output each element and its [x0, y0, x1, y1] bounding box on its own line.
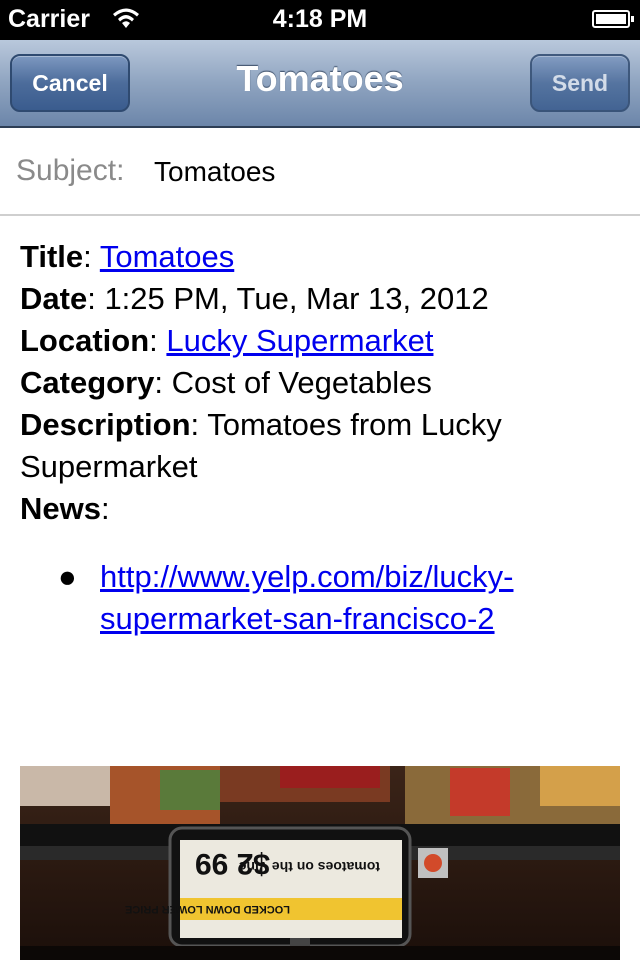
- nav-title: Tomatoes: [236, 58, 404, 99]
- news-line: News:: [20, 491, 110, 526]
- category-value: Cost of Vegetables: [171, 365, 432, 400]
- date-key: Date: [20, 281, 88, 316]
- location-line: Location: Lucky Supermarket: [20, 323, 434, 358]
- description-key: Description: [20, 407, 191, 442]
- category-key: Category: [20, 365, 155, 400]
- subject-field[interactable]: Subject: Tomatoes: [0, 128, 640, 216]
- price-tag-text: tomatoes on the Vine: [238, 859, 380, 875]
- status-bar: Carrier 4:18 PM: [0, 0, 640, 40]
- cancel-button[interactable]: Cancel: [10, 54, 130, 112]
- clock-time: 4:18 PM: [272, 5, 368, 33]
- title-line: Title: Tomatoes: [20, 239, 235, 274]
- list-item: ● http://www.yelp.com/biz/lucky-supermark…: [58, 556, 620, 640]
- news-key: News: [20, 491, 101, 526]
- title-key: Title: [20, 239, 84, 274]
- attached-photo: $2 99 tomatoes on the Vine LOCKED DOWN L…: [20, 766, 620, 960]
- photo-image: $2 99 tomatoes on the Vine LOCKED DOWN L…: [20, 766, 620, 960]
- navigation-bar: Cancel Tomatoes Send: [0, 40, 640, 128]
- title-link[interactable]: Tomatoes: [100, 239, 234, 274]
- subject-label: Subject:: [16, 154, 125, 187]
- news-link[interactable]: http://www.yelp.com/biz/lucky-supermarke…: [100, 559, 513, 636]
- description-line: Description: Tomatoes from Lucky Superma…: [20, 407, 502, 484]
- send-button[interactable]: Send: [530, 54, 630, 112]
- battery-icon: [592, 10, 634, 28]
- category-line: Category: Cost of Vegetables: [20, 365, 432, 400]
- location-link[interactable]: Lucky Supermarket: [166, 323, 433, 358]
- message-body[interactable]: Title: Tomatoes Date: 1:25 PM, Tue, Mar …: [20, 236, 620, 640]
- news-list: ● http://www.yelp.com/biz/lucky-supermark…: [20, 556, 620, 640]
- location-key: Location: [20, 323, 150, 358]
- price-tag-banner: LOCKED DOWN LOWER PRICE: [125, 903, 290, 915]
- date-line: Date: 1:25 PM, Tue, Mar 13, 2012: [20, 281, 489, 316]
- bullet-icon: ●: [58, 559, 77, 594]
- date-value: 1:25 PM, Tue, Mar 13, 2012: [104, 281, 489, 316]
- subject-input[interactable]: Tomatoes: [154, 156, 275, 188]
